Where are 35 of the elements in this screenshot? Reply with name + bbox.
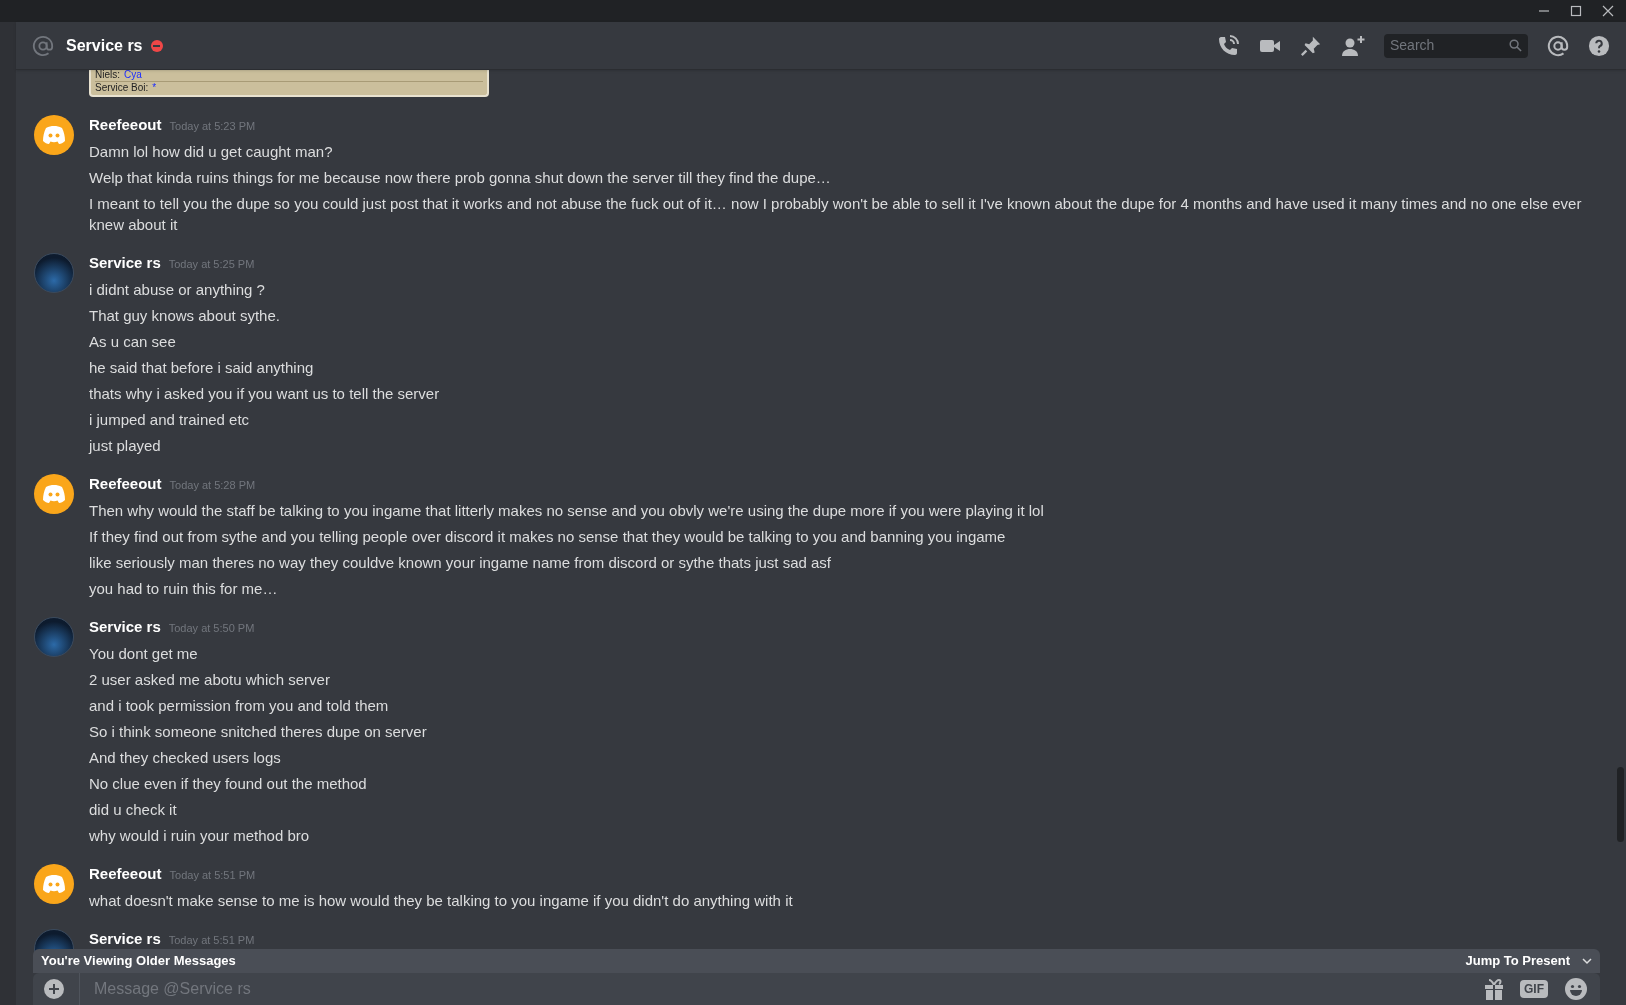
message-text: So i think someone snitched theres dupe on server — [89, 722, 427, 742]
message-text: No clue even if they found out the method — [89, 774, 368, 794]
message-text: Damn lol how did u get caught man? — [89, 142, 334, 162]
chat-text: * — [152, 82, 157, 94]
message-timestamp: Today at 5:51 PM — [168, 933, 255, 948]
message-text: like seriously man theres no way they couldve known your ingame name from discord or sythe thats just sad asf — [89, 553, 833, 573]
message-text: what doesn't make sense to me is how would they be talking to you ingame if you didn't do anything with it — [89, 891, 793, 911]
message-timestamp: Today at 5:28 PM — [169, 478, 256, 493]
message-text: You dont get me — [89, 644, 199, 664]
message-timestamp: Today at 5:51 PM — [169, 868, 256, 883]
message-text: I meant to tell you the dupe so you could just post that it works and not abuse the fuck out of it… now I probably won't be able to sell it I've known about the dupe for 4 months and have used it many times and no one else ever knew about it — [89, 194, 1583, 235]
chat-text: Cya — [124, 70, 142, 81]
message-text: 2 user asked me abotu which server — [89, 670, 331, 690]
older-messages-label: You're Viewing Older Messages — [41, 952, 236, 971]
message-text: thats why i asked you if you want us to tell the server — [89, 384, 440, 404]
message-timestamp: Today at 5:50 PM — [168, 621, 255, 636]
message-text: you had to ruin this for me… — [89, 579, 279, 599]
chat-speaker: Service Boi: — [95, 82, 149, 94]
message-timestamp: Today at 5:23 PM — [169, 119, 256, 134]
message-text: just played — [89, 436, 162, 456]
message-text: Welp that kinda ruins things for me because now there prob gonna shut down the server till they find the dupe… — [89, 168, 832, 188]
message-text: If they find out from sythe and you telling people over discord it makes no sense that they would be talking to you and banning you ingame — [89, 527, 1007, 547]
message-text: That guy knows about sythe. — [89, 306, 281, 326]
message-timestamp: Today at 5:25 PM — [168, 257, 255, 272]
message-text: i didnt abuse or anything ? — [89, 280, 266, 300]
chat-speaker: Niels: — [95, 70, 120, 81]
message-text: And they checked users logs — [89, 748, 282, 768]
message-text: i jumped and trained etc — [89, 410, 251, 430]
message-text: why would i ruin your method bro — [89, 826, 311, 846]
message-text: and i took permission from you and told them — [89, 696, 390, 716]
message-text: did u check it — [89, 800, 178, 820]
channel-name: Service rs — [66, 35, 143, 56]
message-text: As u can see — [89, 332, 177, 352]
message-text: Then why would the staff be talking to you ingame that litterly makes no sense and you obvly we're using the dupe more if you were playing it lol — [89, 501, 1044, 521]
message-text: he said that before i said anything — [89, 358, 315, 378]
